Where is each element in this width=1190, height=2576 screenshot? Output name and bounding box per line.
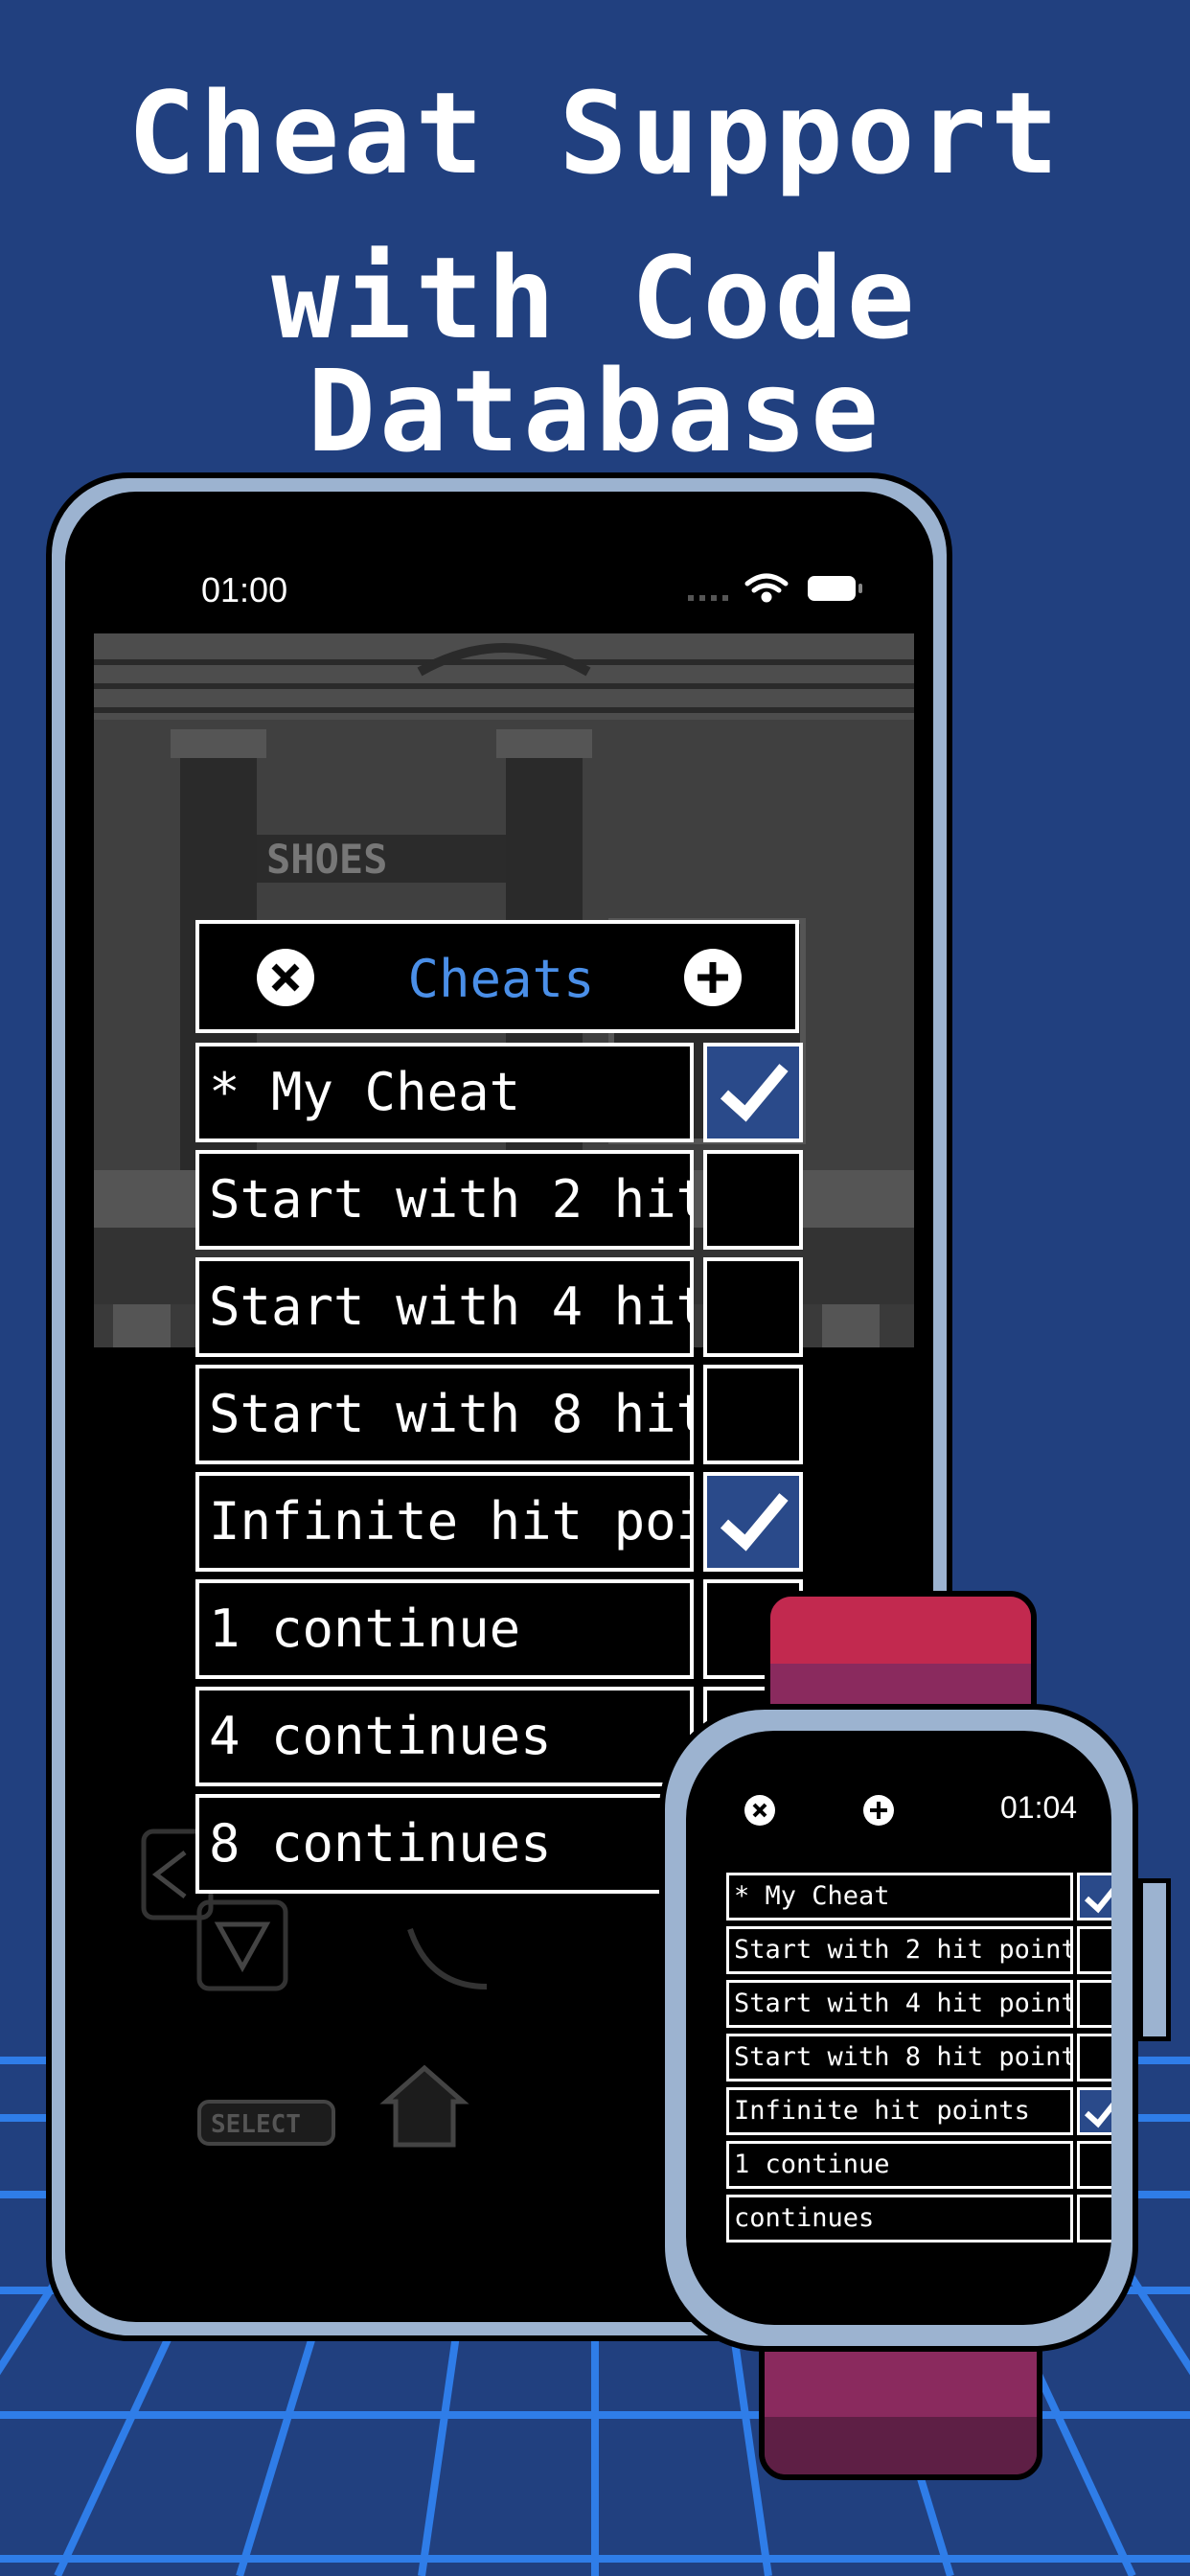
watch-cheat-row[interactable]: Infinite hit points [726, 2087, 1111, 2135]
cheat-checkbox[interactable] [703, 1257, 803, 1357]
watch-cheat-label[interactable]: Start with 8 hit points [726, 2034, 1073, 2082]
cheat-label[interactable]: Start with 8 hit [195, 1365, 694, 1464]
down-arrow-icon [214, 1921, 271, 1973]
checkmark-icon [720, 1493, 789, 1552]
game-sign: SHOES [266, 836, 387, 883]
watch-screen: 01:04 * My Cheat Start with 2 hit points S… [686, 1731, 1111, 2325]
home-icon [379, 2064, 469, 2148]
cheat-label[interactable]: 8 continues [195, 1794, 694, 1894]
cheat-row[interactable]: * My Cheat [195, 1043, 805, 1142]
select-label: SELECT [211, 2110, 301, 2139]
watch-cheat-checkbox[interactable] [1077, 2087, 1111, 2135]
watch-plus-icon[interactable] [862, 1794, 895, 1827]
cheat-checkbox[interactable] [703, 1043, 803, 1142]
watch-cheat-row[interactable]: 1 continue [726, 2141, 1111, 2189]
watch-cheat-label[interactable]: Infinite hit points [726, 2087, 1073, 2135]
cheat-row[interactable]: Start with 2 hit [195, 1150, 805, 1250]
watch-device: 01:04 * My Cheat Start with 2 hit points S… [659, 1704, 1138, 2352]
wifi-icon [744, 573, 789, 603]
checkmark-icon [1084, 1887, 1111, 1914]
watch-cheat-checkbox[interactable] [1077, 2034, 1111, 2082]
cheat-label[interactable]: Start with 2 hit [195, 1150, 694, 1250]
cheat-checkbox[interactable] [703, 1150, 803, 1250]
watch-cheat-label[interactable]: * My Cheat [726, 1873, 1073, 1920]
watch-cheat-checkbox[interactable] [1077, 1926, 1111, 1974]
headline-line-1: Cheat Support [127, 67, 1063, 199]
cheat-label[interactable]: 4 continues [195, 1687, 694, 1786]
status-time: 01:00 [201, 570, 288, 610]
watch-close-icon[interactable] [744, 1794, 776, 1827]
watch-cheat-checkbox[interactable] [1077, 1873, 1111, 1920]
watch-cheat-row[interactable]: Start with 8 hit points [726, 2034, 1111, 2082]
cheat-row[interactable]: Start with 4 hit [195, 1257, 805, 1357]
watch-cheat-label[interactable]: 1 continue [726, 2141, 1073, 2189]
headline-line-2: with Code Database [271, 232, 919, 477]
checkmark-icon [720, 1064, 789, 1122]
cheat-label[interactable]: Infinite hit poin [195, 1472, 694, 1572]
cheat-row[interactable]: 1 continue [195, 1579, 805, 1679]
watch-cheat-row[interactable]: * My Cheat [726, 1873, 1111, 1920]
cheat-label[interactable]: * My Cheat [195, 1043, 694, 1142]
watch-cheat-row[interactable]: Start with 4 hit points [726, 1980, 1111, 2028]
cheat-row[interactable]: Start with 8 hit [195, 1365, 805, 1464]
watch-cheat-checkbox[interactable] [1077, 2195, 1111, 2242]
watch-cheat-row[interactable]: Start with 2 hit points [726, 1926, 1111, 1974]
status-icons [688, 573, 862, 603]
cheat-label[interactable]: Start with 4 hit [195, 1257, 694, 1357]
watch-cheat-label[interactable]: continues [726, 2195, 1073, 2242]
watch-cheat-checkbox[interactable] [1077, 1980, 1111, 2028]
left-arrow-icon [151, 1851, 187, 1898]
cheat-row[interactable]: Infinite hit poin [195, 1472, 805, 1572]
watch-crown[interactable] [1138, 1878, 1171, 2041]
cheat-checkbox[interactable] [703, 1365, 803, 1464]
plus-circle-icon[interactable] [682, 947, 744, 1008]
battery-icon [808, 576, 862, 601]
cheat-checkbox[interactable] [703, 1472, 803, 1572]
watch-cheat-label[interactable]: Start with 2 hit points [726, 1926, 1073, 1974]
watch-cheat-checkbox[interactable] [1077, 2141, 1111, 2189]
watch-cheat-label[interactable]: Start with 4 hit points [726, 1980, 1073, 2028]
watch-time: 01:04 [1000, 1790, 1078, 1825]
cheats-header: Cheats [195, 920, 799, 1033]
cheat-label[interactable]: 1 continue [195, 1579, 694, 1679]
watch-cheat-row[interactable]: continues [726, 2195, 1111, 2242]
checkmark-icon [1084, 2102, 1111, 2128]
